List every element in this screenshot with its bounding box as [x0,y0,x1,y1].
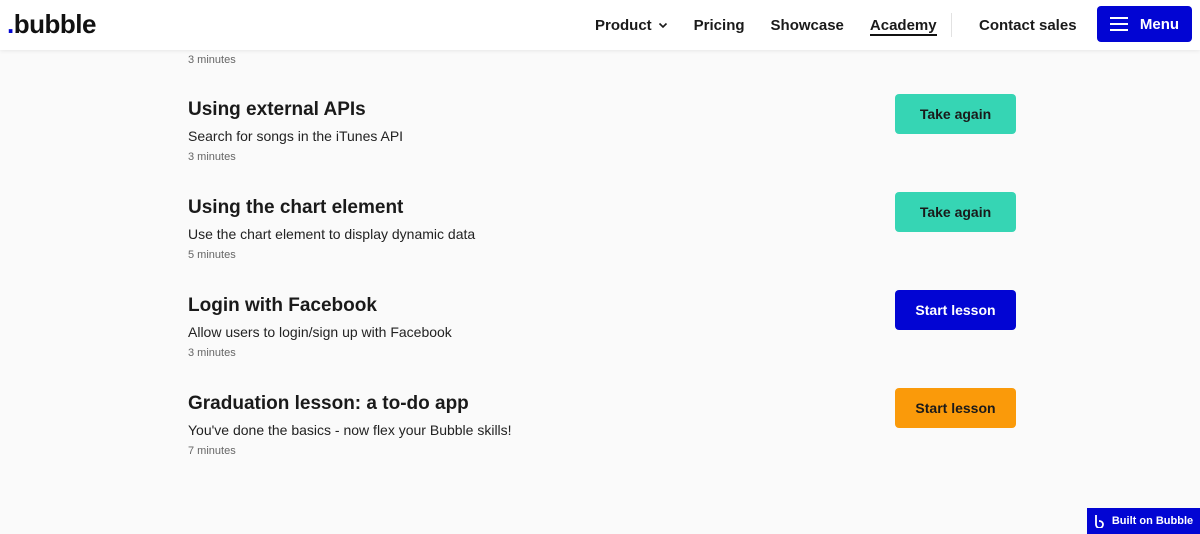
lesson-title: Using the chart element [188,197,404,218]
contact-sales-link[interactable]: Contact sales [979,0,1077,50]
lesson-title: Using external APIs [188,99,366,120]
lesson-duration: 7 minutes [188,445,236,457]
lesson-description: Search for songs in the iTunes API [188,128,404,144]
lesson-item: Using external APIs Search for songs in … [188,94,1018,169]
take-again-button[interactable]: Take again [895,192,1016,232]
nav-pricing-label: Pricing [693,16,745,34]
lesson-description: You've done the basics - now flex your B… [188,422,512,438]
built-on-bubble-badge[interactable]: Built on Bubble [1087,508,1200,534]
lesson-duration: 3 minutes [188,347,236,359]
hamburger-icon [1109,17,1128,31]
bubble-b-icon [1094,515,1104,528]
nav-links: Product Pricing Showcase Academy [595,0,963,50]
logo-dot: . [7,9,14,39]
lesson-title: Login with Facebook [188,295,377,316]
chevron-down-icon [658,22,667,29]
nav-product[interactable]: Product [595,0,668,50]
lesson-item: Using the chart element Use the chart el… [188,192,1018,267]
logo-text: bubble [13,9,97,39]
lesson-item: Graduation lesson: a to-do app You've do… [188,388,1018,463]
nav-pricing[interactable]: Pricing [694,0,745,50]
lesson-item: Login with Facebook Allow users to login… [188,290,1018,365]
previous-lesson-duration: 3 minutes [188,54,236,66]
nav-divider [951,13,952,37]
top-navbar: .bubble Product Pricing Showcase Academy… [0,0,1200,50]
nav-academy-label: Academy [869,16,937,34]
menu-button[interactable]: Menu [1097,6,1192,42]
lesson-description: Use the chart element to display dynamic… [188,226,476,242]
nav-academy[interactable]: Academy [869,0,937,50]
badge-label: Built on Bubble [1111,515,1194,527]
bubble-logo[interactable]: .bubble [7,9,96,40]
nav-product-label: Product [595,16,652,34]
start-lesson-button[interactable]: Start lesson [895,290,1016,330]
nav-showcase[interactable]: Showcase [771,0,844,50]
nav-showcase-label: Showcase [770,16,844,34]
start-lesson-button[interactable]: Start lesson [895,388,1016,428]
lesson-title: Graduation lesson: a to-do app [188,393,469,414]
menu-label: Menu [1139,15,1180,33]
take-again-button[interactable]: Take again [895,94,1016,134]
lesson-duration: 5 minutes [188,249,236,261]
lesson-duration: 3 minutes [188,151,236,163]
lesson-description: Allow users to login/sign up with Facebo… [188,324,452,340]
